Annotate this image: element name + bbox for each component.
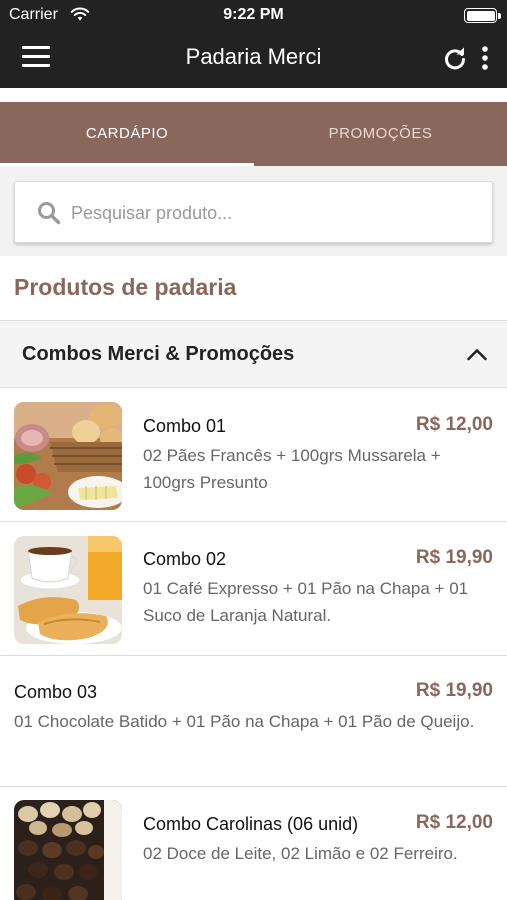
product-image-combo-02 bbox=[14, 536, 122, 644]
product-name: Combo 01 bbox=[143, 416, 227, 436]
product-price: R$ 19,90 bbox=[415, 547, 493, 568]
search-box[interactable] bbox=[14, 181, 493, 243]
product-item-combo-03[interactable]: Combo 03 R$ 19,90 01 Chocolate Batido + … bbox=[0, 656, 507, 787]
tab-bar: CARDÁPIO PROMOÇÕES bbox=[0, 102, 507, 166]
product-price: R$ 12,00 bbox=[415, 414, 493, 435]
section-title: Produtos de padaria bbox=[14, 274, 237, 300]
category-header-combos[interactable]: Combos Merci & Promoções bbox=[0, 320, 507, 388]
app-title: Padaria Merci bbox=[185, 44, 322, 69]
refresh-icon[interactable] bbox=[442, 46, 468, 72]
category-label: Combos Merci & Promoções bbox=[22, 343, 295, 365]
product-description: 02 Doce de Leite, 02 Limão e 02 Ferreiro… bbox=[143, 844, 458, 863]
clock: 9:22 PM bbox=[223, 6, 284, 23]
product-name: Combo 03 bbox=[14, 682, 98, 702]
product-description: 01 Chocolate Batido + 01 Pão na Chapa + … bbox=[14, 712, 475, 731]
product-item-combo-01[interactable]: Combo 01 R$ 12,00 02 Pães Francês + 100g… bbox=[0, 389, 507, 522]
header-spacer bbox=[0, 88, 507, 102]
search-area bbox=[0, 166, 507, 256]
chevron-up-icon[interactable] bbox=[466, 346, 488, 362]
search-icon bbox=[38, 202, 61, 225]
product-item-combo-carolinas[interactable]: Combo Carolinas (06 unid) R$ 12,00 02 Do… bbox=[0, 787, 507, 900]
tab-promocoes[interactable]: PROMOÇÕES bbox=[254, 102, 507, 166]
app-bar: Padaria Merci bbox=[0, 30, 507, 88]
product-price: R$ 12,00 bbox=[415, 812, 493, 833]
product-name: Combo 02 bbox=[143, 549, 227, 569]
product-name: Combo Carolinas (06 unid) bbox=[143, 814, 359, 834]
product-description: 02 Pães Francês + 100grs Mussarela + 100… bbox=[143, 446, 441, 492]
tab-cardapio[interactable]: CARDÁPIO bbox=[0, 102, 254, 166]
more-vertical-icon[interactable] bbox=[478, 44, 492, 74]
product-image-combo-01 bbox=[14, 402, 122, 510]
status-bar: Carrier 9:22 PM bbox=[0, 0, 507, 30]
product-item-combo-02[interactable]: Combo 02 R$ 19,90 01 Café Expresso + 01 … bbox=[0, 522, 507, 656]
product-price: R$ 19,90 bbox=[415, 680, 493, 701]
product-image-combo-carolinas bbox=[14, 800, 122, 900]
battery-icon bbox=[464, 8, 501, 23]
product-description: 01 Café Expresso + 01 Pão na Chapa + 01 … bbox=[143, 579, 469, 625]
search-input[interactable] bbox=[71, 198, 471, 228]
